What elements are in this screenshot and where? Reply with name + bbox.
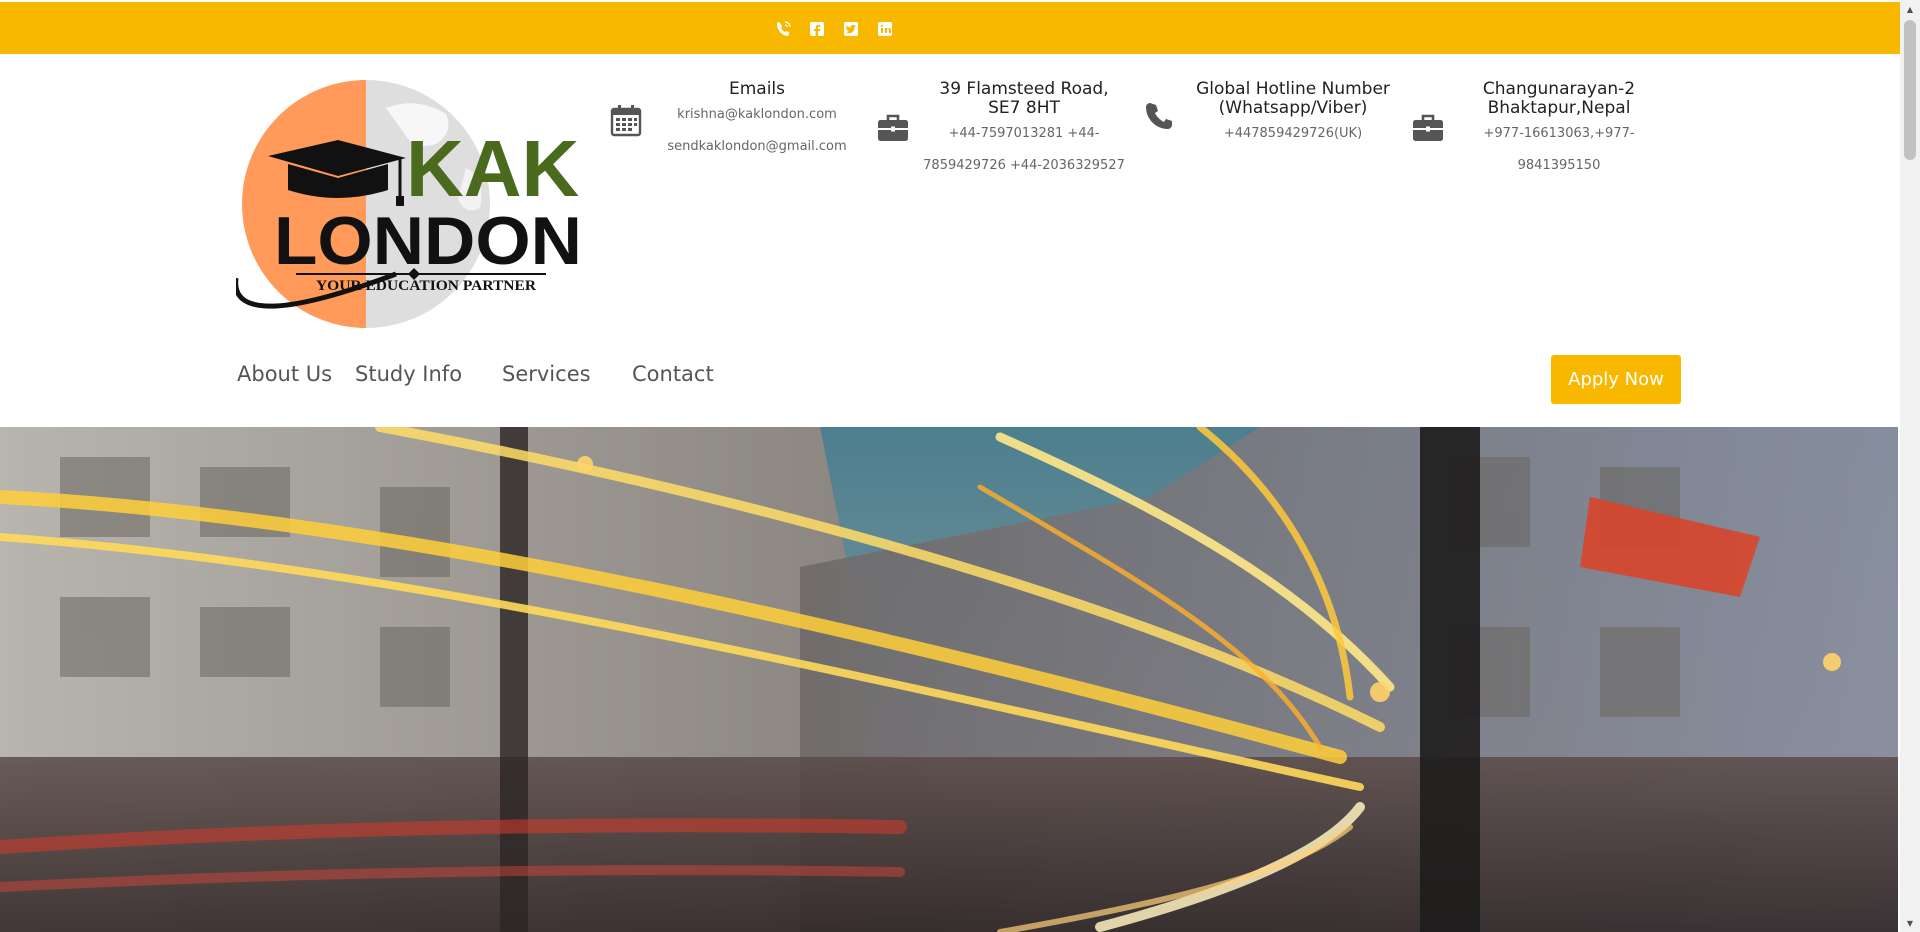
hero-image — [0, 427, 1898, 932]
briefcase-icon — [1411, 111, 1445, 145]
scroll-up-arrow-icon[interactable]: ▲ — [1900, 0, 1920, 18]
phone-icon — [1142, 99, 1176, 133]
contact-title: Bhaktapur,Nepal — [1487, 98, 1631, 118]
contact-title: (Whatsapp/Viber) — [1218, 98, 1368, 118]
contact-hotline: Global Hotline Number (Whatsapp/Viber) +… — [1183, 80, 1403, 150]
contact-title: Global Hotline Number — [1196, 79, 1390, 99]
facebook-icon[interactable] — [807, 19, 827, 39]
linkedin-icon[interactable] — [875, 19, 895, 39]
contact-title: Changunarayan-2 — [1482, 79, 1636, 99]
logo-tagline: YOUR EDUCATION PARTNER — [316, 278, 536, 294]
contact-phone[interactable]: +447859429726(UK) — [1183, 118, 1403, 150]
nav-contact[interactable]: Contact — [632, 362, 714, 386]
apply-now-button[interactable]: Apply Now — [1551, 355, 1681, 404]
contact-title: 39 Flamsteed Road, — [939, 79, 1109, 99]
contact-title: Emails — [728, 79, 786, 99]
contact-email[interactable]: krishna@kaklondon.com — [650, 99, 864, 131]
page-scrollbar[interactable]: ▲ ▼ — [1900, 0, 1920, 932]
briefcase-icon — [876, 111, 910, 145]
scroll-down-arrow-icon[interactable]: ▼ — [1900, 914, 1920, 932]
contact-address-uk: 39 Flamsteed Road, SE7 8HT +44-759701328… — [915, 80, 1133, 182]
nav-study-info[interactable]: Study Info — [355, 362, 462, 386]
logo-brand-bottom: LONDON — [274, 203, 582, 279]
contact-phone: 9841395150 — [1517, 158, 1601, 173]
top-bar — [0, 2, 1900, 54]
contact-phone: +44-7597013281 +44- — [948, 126, 1100, 141]
contact-email[interactable]: sendkaklondon@gmail.com — [650, 131, 864, 163]
contact-address-nepal: Changunarayan-2 Bhaktapur,Nepal +977-166… — [1450, 80, 1668, 182]
scrollbar-thumb[interactable] — [1904, 20, 1916, 160]
contact-emails: Emails krishna@kaklondon.com sendkaklond… — [650, 80, 864, 163]
nav-services[interactable]: Services — [502, 362, 591, 386]
nav-about-us[interactable]: About Us — [237, 362, 332, 386]
contact-title: SE7 8HT — [988, 98, 1060, 118]
contact-phone: 7859429726 +44-2036329527 — [923, 158, 1125, 173]
calendar-icon — [609, 103, 643, 137]
logo-brand-top: KAK — [406, 124, 580, 213]
viber-icon[interactable] — [773, 19, 793, 39]
site-logo[interactable]: KAK LONDON YOUR EDUCATION PARTNER — [233, 78, 588, 330]
twitter-icon[interactable] — [841, 19, 861, 39]
contact-phone: +977-16613063,+977- — [1483, 126, 1635, 141]
